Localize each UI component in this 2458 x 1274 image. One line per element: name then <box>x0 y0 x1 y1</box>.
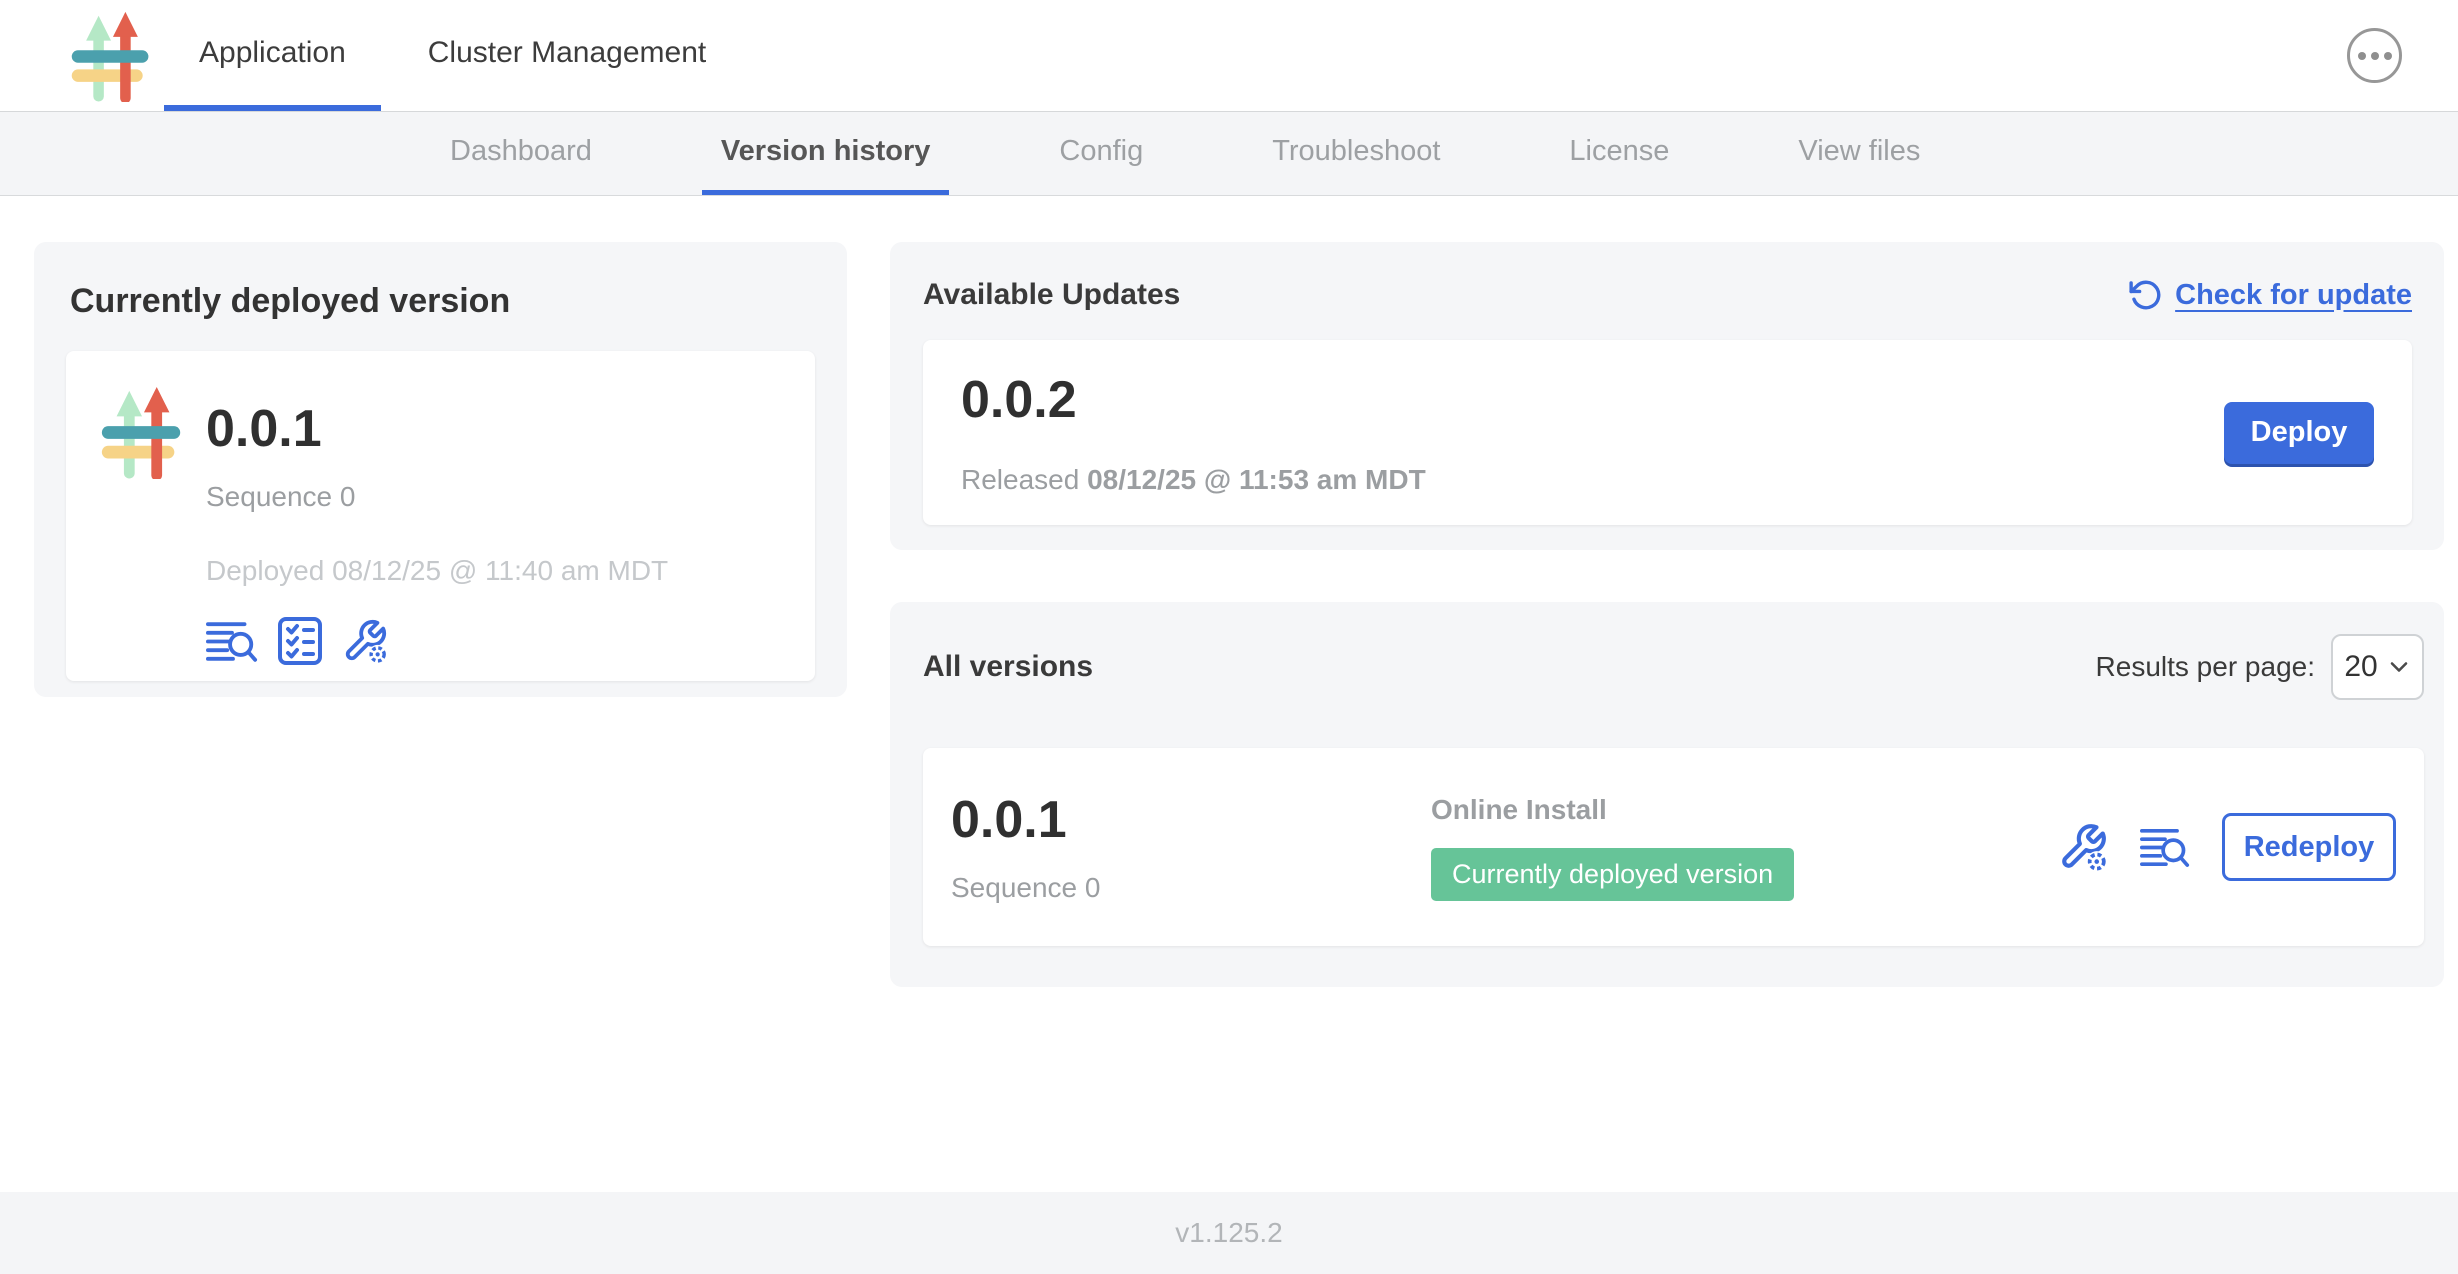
subnav-tab-license[interactable]: License <box>1550 112 1688 195</box>
header-tab-label: Application <box>199 36 346 70</box>
subnav-tab-config[interactable]: Config <box>1040 112 1162 195</box>
deployed-version-number: 0.0.1 <box>206 399 668 459</box>
currently-deployed-card: Currently deployed version 0.0.1 Sequenc… <box>34 242 847 697</box>
update-row: 0.0.2 Released 08/12/25 @ 11:53 am MDT D… <box>923 340 2412 525</box>
install-type-label: Online Install <box>1431 794 1794 826</box>
app-logo-icon <box>66 10 158 102</box>
deployed-version-panel: 0.0.1 Sequence 0 Deployed 08/12/25 @ 11:… <box>66 351 815 681</box>
header-tab-label: Cluster Management <box>428 36 706 70</box>
main-content: Currently deployed version 0.0.1 Sequenc… <box>0 196 2458 1192</box>
config-icon[interactable] <box>2058 822 2108 872</box>
all-versions-title: All versions <box>923 650 1093 684</box>
currently-deployed-title: Currently deployed version <box>70 282 815 321</box>
results-per-page-value: 20 <box>2344 650 2377 684</box>
app-logo-icon <box>96 385 190 479</box>
app-header: Application Cluster Management <box>0 0 2458 112</box>
release-notes-icon[interactable] <box>2140 826 2190 869</box>
subnav-tab-troubleshoot[interactable]: Troubleshoot <box>1253 112 1459 195</box>
release-notes-icon[interactable] <box>206 619 258 664</box>
deployed-sequence: Sequence 0 <box>206 481 668 513</box>
deployed-timestamp: Deployed 08/12/25 @ 11:40 am MDT <box>206 555 668 587</box>
preflight-checks-icon[interactable] <box>278 617 322 665</box>
available-updates-card: Available Updates Check for update 0.0.2… <box>890 242 2444 550</box>
app-footer: v1.125.2 <box>0 1192 2458 1274</box>
deploy-button[interactable]: Deploy <box>2224 402 2374 464</box>
header-tab-application[interactable]: Application <box>164 0 381 111</box>
check-for-update-link[interactable]: Check for update <box>2129 278 2412 312</box>
results-per-page-select[interactable]: 20 <box>2331 634 2424 700</box>
header-tab-cluster-management[interactable]: Cluster Management <box>393 0 741 111</box>
results-per-page-group: Results per page: 20 <box>2096 634 2424 700</box>
update-released-timestamp: Released 08/12/25 @ 11:53 am MDT <box>961 464 1426 496</box>
check-for-update-label: Check for update <box>2175 279 2412 312</box>
row-version-number: 0.0.1 <box>951 790 1431 850</box>
subnav-tab-view-files[interactable]: View files <box>1779 112 1939 195</box>
console-version: v1.125.2 <box>1175 1217 1282 1249</box>
status-badge: Currently deployed version <box>1431 848 1794 901</box>
released-date: 08/12/25 @ 11:53 am MDT <box>1087 464 1426 495</box>
released-prefix: Released <box>961 464 1079 495</box>
update-version-number: 0.0.2 <box>961 370 1426 430</box>
ellipsis-icon <box>2358 52 2366 60</box>
refresh-icon <box>2129 278 2163 312</box>
available-updates-title: Available Updates <box>923 278 1180 312</box>
right-column: Available Updates Check for update 0.0.2… <box>890 242 2444 987</box>
ellipsis-icon <box>2384 52 2392 60</box>
overflow-menu-button[interactable] <box>2347 28 2402 83</box>
ellipsis-icon <box>2371 52 2379 60</box>
chevron-down-icon <box>2387 655 2411 679</box>
version-row: 0.0.1 Sequence 0 Online Install Currentl… <box>923 748 2424 946</box>
subnav-tab-dashboard[interactable]: Dashboard <box>431 112 611 195</box>
header-tabs: Application Cluster Management <box>164 0 741 111</box>
deployed-action-icons <box>206 617 668 665</box>
subnav-tab-version-history[interactable]: Version history <box>702 112 950 195</box>
results-per-page-label: Results per page: <box>2096 651 2315 683</box>
all-versions-card: All versions Results per page: 20 0.0.1 … <box>890 602 2444 987</box>
row-sequence: Sequence 0 <box>951 872 1431 904</box>
redeploy-button[interactable]: Redeploy <box>2222 813 2396 881</box>
app-subnav: Dashboard Version history Config Trouble… <box>0 112 2458 196</box>
config-icon[interactable] <box>342 618 388 664</box>
